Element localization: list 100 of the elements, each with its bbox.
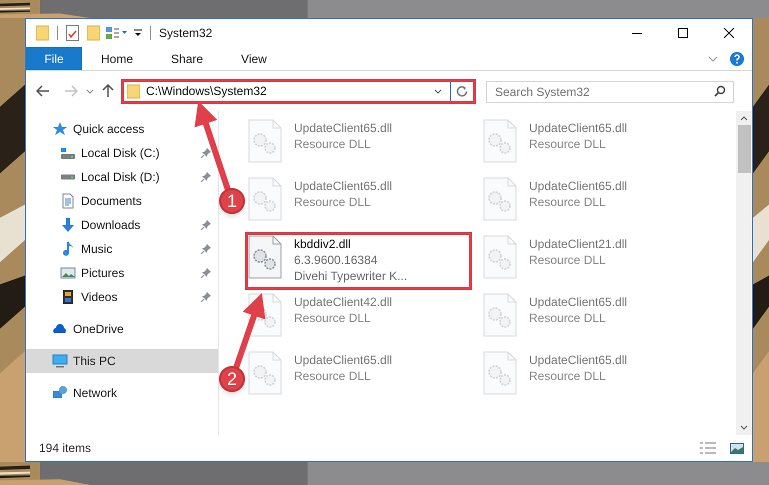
file-name: UpdateClient42.dll	[294, 294, 392, 310]
chevron-down-icon[interactable]	[86, 88, 94, 94]
network-icon	[52, 385, 68, 401]
ribbon-tab[interactable]: Share	[152, 47, 222, 70]
file-item[interactable]: UpdateClient65.dll Resource DLL	[480, 290, 707, 348]
sidebar-item[interactable]: Network	[26, 381, 218, 405]
file-item[interactable]: UpdateClient65.dll Resource DLL	[480, 174, 707, 232]
file-name: kbddiv2.dll	[294, 236, 352, 252]
sidebar-item[interactable]: Music	[26, 237, 194, 261]
view-options-icon[interactable]	[106, 26, 128, 40]
drive-icon	[60, 146, 76, 160]
download-icon	[60, 217, 76, 233]
pin-icon[interactable]	[201, 148, 211, 158]
file-name: UpdateClient21.dll	[529, 236, 628, 252]
minimize-icon	[632, 32, 642, 34]
file-detail: 6.3.9600.16384	[294, 252, 378, 268]
file-detail: Resource DLL	[529, 136, 607, 152]
document-icon	[60, 193, 76, 209]
sidebar-item[interactable]: Quick access	[26, 117, 218, 141]
search-field[interactable]: Search System32	[486, 81, 734, 103]
dropdown-icon[interactable]	[134, 29, 142, 37]
sidebar-label: Documents	[81, 193, 142, 210]
gear-file-icon	[248, 293, 282, 337]
file-item[interactable]: UpdateClient65.dll Resource DLL	[245, 348, 472, 406]
gear-file-icon	[483, 351, 517, 395]
file-detail: Divehi Typewriter K...	[294, 268, 408, 284]
gear-file-icon	[483, 177, 517, 221]
sidebar-label: Music	[81, 241, 112, 258]
sidebar-item[interactable]: Pictures	[26, 261, 194, 285]
back-arrow-icon[interactable]	[36, 85, 50, 97]
gear-file-icon	[248, 177, 282, 221]
chevron-down-icon[interactable]	[434, 88, 442, 94]
file-name: UpdateClient65.dll	[529, 178, 628, 194]
sidebar-label: This PC	[73, 353, 116, 370]
large-icons-view-icon[interactable]	[730, 442, 744, 454]
pin-icon[interactable]	[201, 244, 211, 254]
sidebar-label: Videos	[81, 289, 118, 306]
gear-file-icon	[248, 119, 282, 163]
sidebar-item[interactable]: Downloads	[26, 213, 194, 237]
file-item[interactable]: UpdateClient65.dll Resource DLL	[245, 116, 472, 174]
address-path: C:\Windows\System32	[146, 83, 268, 100]
scrollbar[interactable]	[736, 111, 752, 435]
scroll-up-icon[interactable]	[740, 116, 748, 121]
file-detail: Resource DLL	[294, 194, 372, 210]
drive-icon	[60, 174, 76, 180]
file-name: UpdateClient65.dll	[294, 120, 392, 136]
file-item[interactable]: UpdateClient42.dll Resource DLL	[245, 290, 472, 348]
gear-file-icon	[483, 293, 517, 337]
file-detail: Resource DLL	[294, 368, 372, 384]
sidebar-label: Quick access	[73, 121, 144, 138]
pin-icon[interactable]	[201, 172, 211, 182]
file-item[interactable]: UpdateClient21.dll Resource DLL	[480, 232, 707, 290]
file-detail: Resource DLL	[529, 252, 607, 268]
monitor-icon	[52, 353, 68, 369]
gear-file-icon	[483, 235, 517, 279]
ribbon-tab[interactable]: View	[222, 47, 286, 70]
pin-icon[interactable]	[201, 292, 211, 302]
star-icon	[52, 121, 68, 137]
window-title: System32	[159, 25, 212, 42]
sidebar-item[interactable]: This PC	[26, 349, 218, 373]
sidebar-label: Local Disk (C:)	[81, 145, 160, 162]
scrollbar-thumb[interactable]	[738, 125, 750, 173]
sidebar-item[interactable]: Local Disk (C:)	[26, 141, 194, 165]
ribbon-tab[interactable]: File	[26, 47, 82, 70]
details-view-icon[interactable]	[700, 442, 716, 454]
gear-file-icon	[248, 235, 282, 279]
file-detail: Resource DLL	[529, 194, 607, 210]
pin-icon[interactable]	[201, 268, 211, 278]
sidebar-label: Pictures	[81, 265, 124, 282]
sidebar-item[interactable]: OneDrive	[26, 317, 218, 341]
sidebar-item[interactable]: Videos	[26, 285, 194, 309]
pin-icon[interactable]	[201, 220, 211, 230]
address-bar[interactable]: C:\Windows\System32	[121, 78, 476, 104]
up-arrow-icon[interactable]	[102, 84, 114, 98]
film-icon	[60, 289, 76, 305]
file-name: UpdateClient65.dll	[529, 294, 628, 310]
ribbon-tab[interactable]: Home	[82, 47, 152, 70]
sidebar-label: Downloads	[81, 217, 140, 234]
file-detail: Resource DLL	[294, 310, 372, 326]
sidebar-label: Local Disk (D:)	[81, 169, 160, 186]
refresh-icon[interactable]	[456, 85, 468, 97]
file-item[interactable]: kbddiv2.dll 6.3.9600.16384 Divehi Typewriter K...	[245, 232, 472, 290]
folder-icon	[127, 84, 140, 98]
sidebar-item[interactable]: Local Disk (D:)	[26, 165, 194, 189]
sidebar-item[interactable]: Documents	[26, 189, 194, 213]
file-item[interactable]: UpdateClient65.dll Resource DLL	[480, 348, 707, 406]
help-icon[interactable]	[730, 52, 744, 66]
file-name: UpdateClient65.dll	[529, 120, 628, 136]
file-detail: Resource DLL	[294, 136, 372, 152]
scroll-down-icon[interactable]	[740, 425, 748, 430]
sidebar-label: Network	[73, 385, 118, 402]
file-item[interactable]: UpdateClient65.dll Resource DLL	[480, 116, 707, 174]
file-name: UpdateClient65.dll	[294, 178, 392, 194]
search-icon[interactable]	[714, 85, 726, 97]
properties-icon[interactable]	[66, 25, 79, 41]
close-icon	[724, 28, 734, 38]
maximize-icon	[678, 28, 688, 38]
file-name: UpdateClient65.dll	[294, 352, 392, 368]
file-item[interactable]: UpdateClient65.dll Resource DLL	[245, 174, 472, 232]
file-detail: Resource DLL	[529, 368, 607, 384]
